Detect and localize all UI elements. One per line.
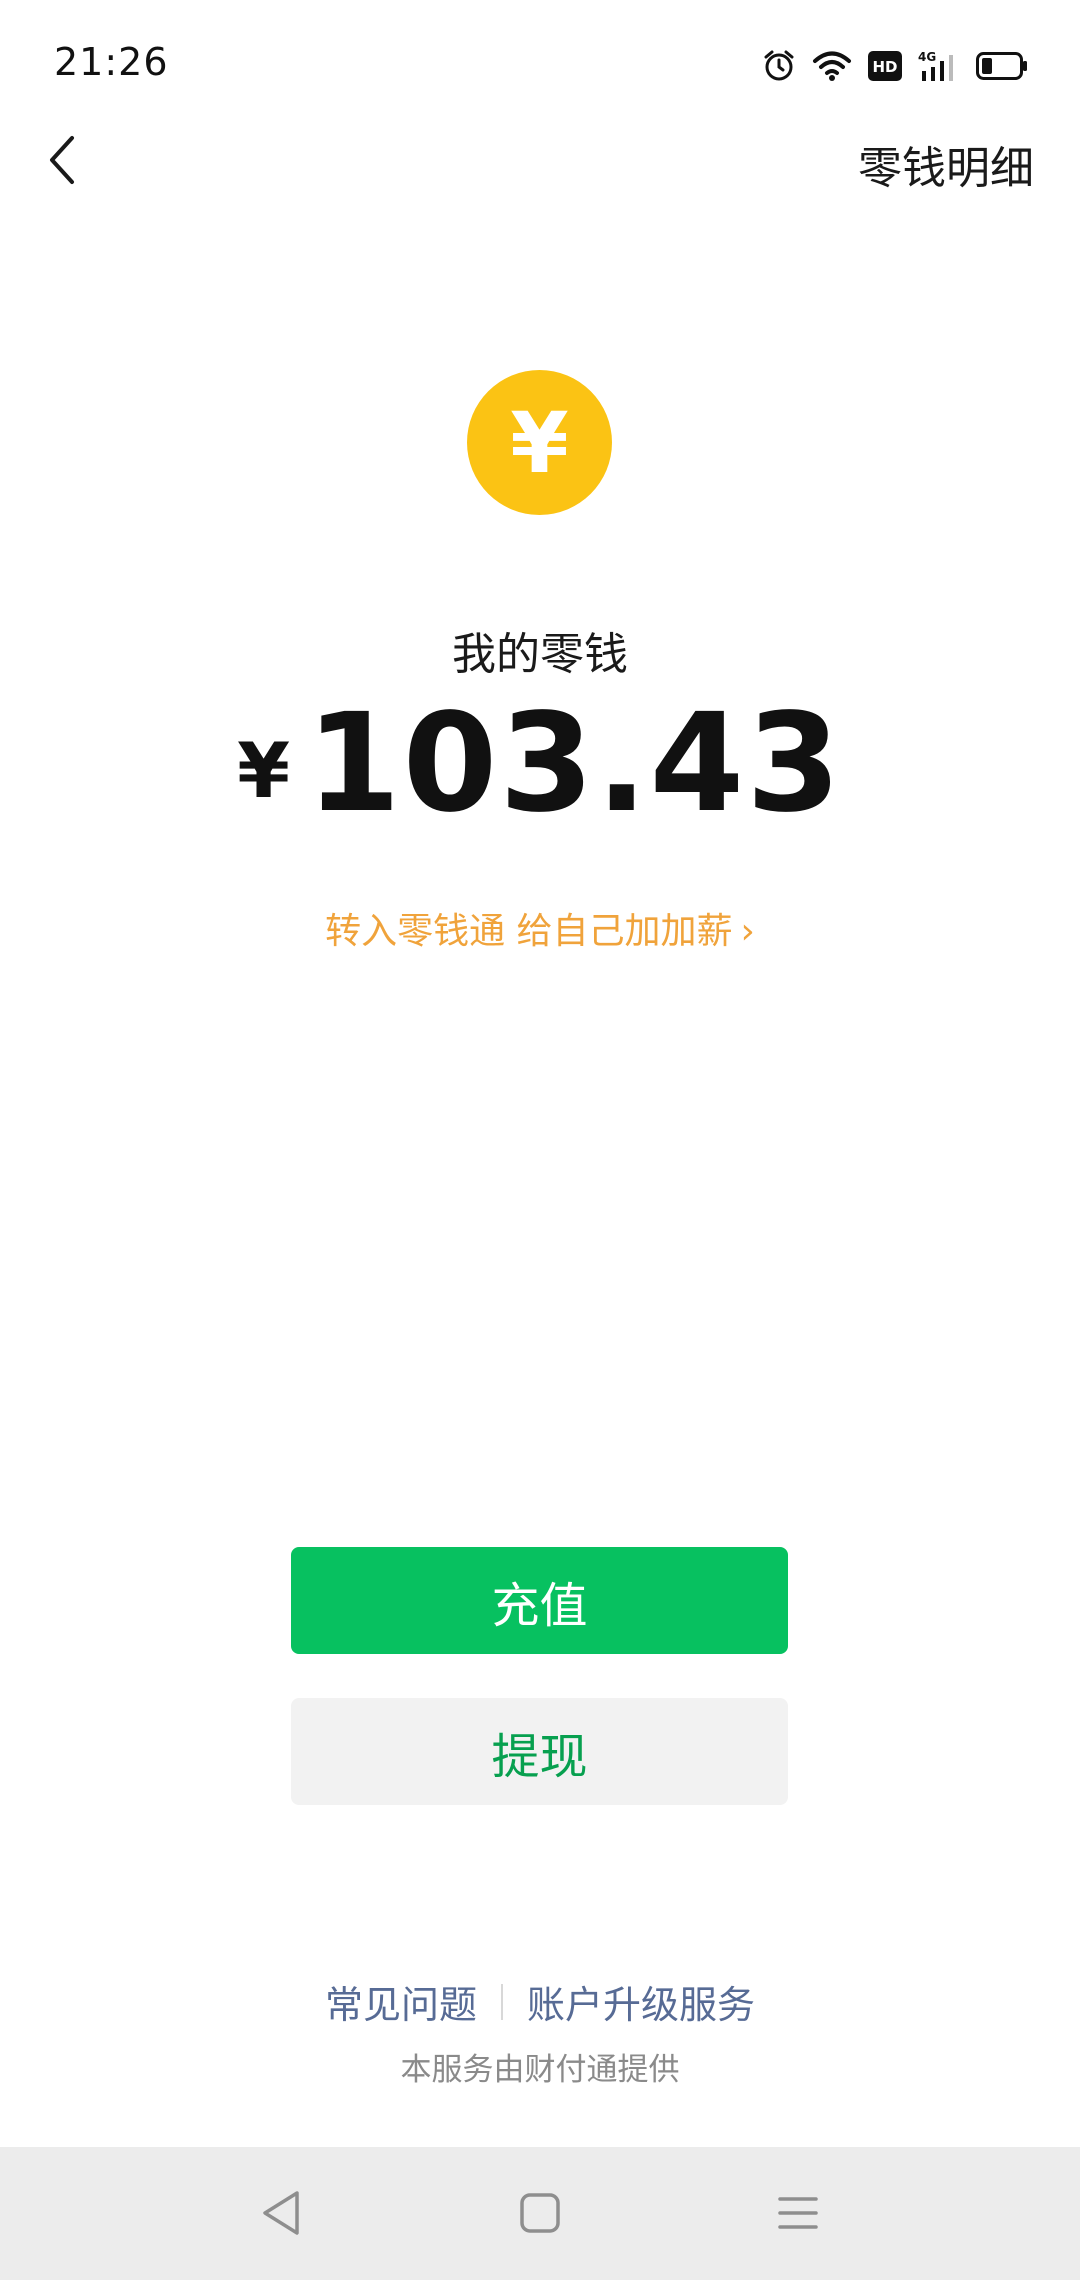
battery-icon xyxy=(976,52,1028,80)
coin-symbol: ¥ xyxy=(510,393,569,492)
licaitong-promo-link[interactable]: 转入零钱通 给自己加加薪 › xyxy=(0,902,1080,954)
provider-text: 本服务由财付通提供 xyxy=(400,2052,680,2088)
chevron-left-icon xyxy=(44,134,80,190)
alarm-icon xyxy=(762,49,796,83)
wifi-icon xyxy=(812,50,852,82)
svg-text:HD: HD xyxy=(872,58,897,76)
status-icons: HD 4G xyxy=(762,44,1028,88)
balance-amount: ¥ 103.43 xyxy=(0,685,1080,843)
topup-button[interactable]: 充值 xyxy=(291,1547,788,1654)
nav-menu-icon[interactable] xyxy=(762,2177,834,2249)
nav-home-icon[interactable] xyxy=(504,2177,576,2249)
yuan-coin-icon: ¥ xyxy=(467,370,612,515)
balance-detail-link[interactable]: 零钱明细 xyxy=(858,132,1034,196)
footer-divider xyxy=(501,1983,503,2020)
status-time: 21:26 xyxy=(54,40,169,84)
chevron-right-icon: › xyxy=(740,911,755,952)
faq-link[interactable]: 常见问题 xyxy=(325,1974,477,2029)
amount-value: 103.43 xyxy=(306,685,843,843)
back-button[interactable] xyxy=(30,130,94,194)
withdraw-button[interactable]: 提现 xyxy=(291,1698,788,1805)
system-nav-bar xyxy=(0,2147,1080,2280)
balance-label: 我的零钱 xyxy=(452,629,628,680)
nav-bar: 零钱明细 xyxy=(0,120,1080,206)
status-bar: 21:26 HD 4G xyxy=(0,0,1080,130)
promo-text: 转入零钱通 给自己加加薪 xyxy=(325,911,733,952)
svg-text:4G: 4G xyxy=(918,50,936,64)
currency-symbol: ¥ xyxy=(237,726,291,815)
account-upgrade-link[interactable]: 账户升级服务 xyxy=(527,1974,755,2029)
footer-links: 常见问题 账户升级服务 xyxy=(0,1974,1080,2029)
hd-icon: HD xyxy=(868,51,902,81)
signal-4g-icon: 4G xyxy=(918,49,960,83)
nav-back-icon[interactable] xyxy=(245,2177,317,2249)
